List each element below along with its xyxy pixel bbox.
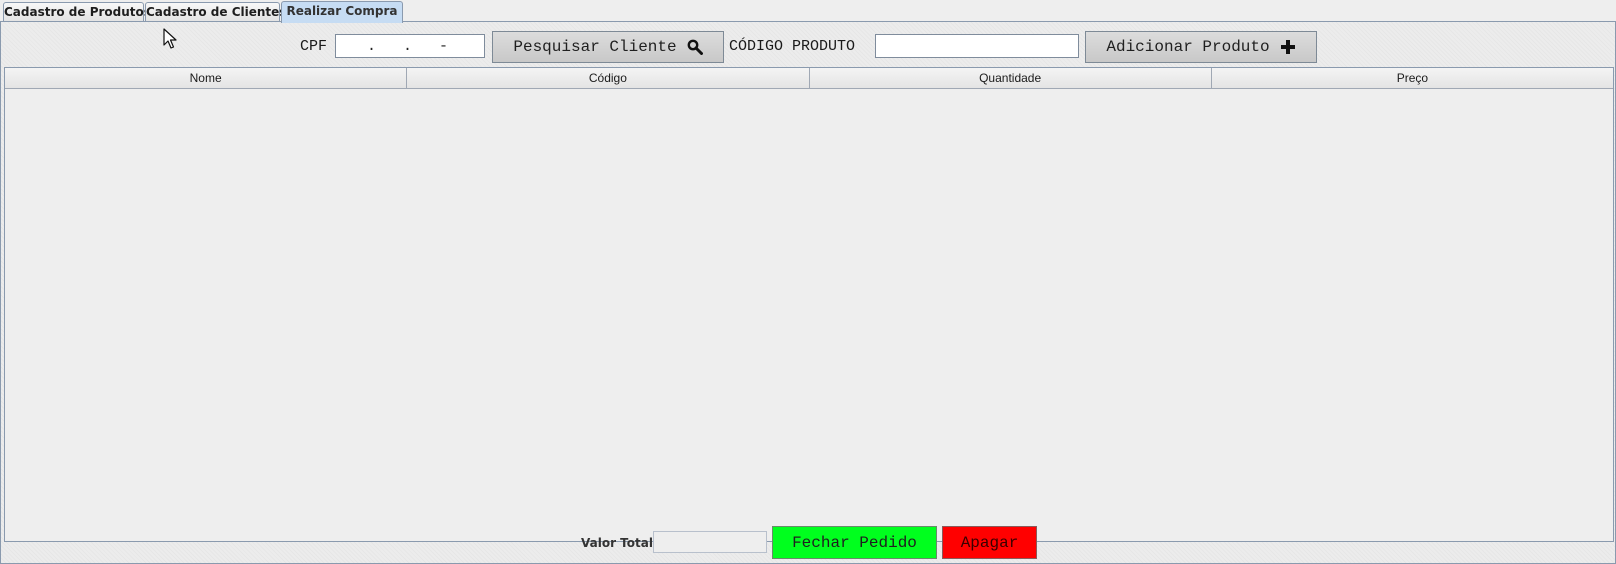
valor-total-label: Valor Total: (581, 536, 658, 550)
cpf-field[interactable] (335, 34, 485, 58)
table-header: Nome Código Quantidade Preço (5, 68, 1613, 89)
table-body[interactable] (5, 89, 1613, 541)
mouse-cursor-icon (163, 28, 179, 50)
produtos-table[interactable]: Nome Código Quantidade Preço (4, 67, 1614, 542)
apagar-button[interactable]: Apagar (942, 526, 1037, 559)
fechar-pedido-label: Fechar Pedido (792, 533, 917, 552)
tab-label: Cadastro de Produtos (4, 5, 151, 19)
column-header-nome[interactable]: Nome (5, 68, 408, 89)
codigo-produto-label: CÓDIGO PRODUTO (729, 38, 856, 55)
fechar-pedido-button[interactable]: Fechar Pedido (772, 526, 937, 559)
column-header-codigo[interactable]: Código (407, 68, 810, 89)
tab-cadastro-clientes[interactable]: Cadastro de Clientes (145, 2, 286, 22)
cpf-label: CPF (300, 38, 328, 55)
tab-strip: Cadastro de Produtos Cadastro de Cliente… (0, 0, 1616, 23)
app-window: Cadastro de Produtos Cadastro de Cliente… (0, 0, 1616, 564)
tab-label: Realizar Compra (286, 4, 398, 18)
codigo-produto-field[interactable] (875, 34, 1079, 58)
valor-total-field[interactable] (653, 531, 767, 553)
realizar-compra-panel: CPF Pesquisar Cliente CÓDIGO PRODUTO Adi… (0, 21, 1616, 564)
pesquisar-cliente-button[interactable]: Pesquisar Cliente (492, 31, 724, 63)
search-icon (687, 39, 703, 55)
tab-realizar-compra[interactable]: Realizar Compra (281, 1, 403, 23)
column-header-preco[interactable]: Preço (1211, 68, 1613, 89)
pesquisar-cliente-label: Pesquisar Cliente (513, 38, 677, 56)
tab-label: Cadastro de Clientes (146, 5, 287, 19)
plus-icon (1280, 39, 1296, 55)
adicionar-produto-button[interactable]: Adicionar Produto (1085, 31, 1317, 63)
tab-cadastro-produtos[interactable]: Cadastro de Produtos (3, 2, 151, 22)
adicionar-produto-label: Adicionar Produto (1106, 38, 1270, 56)
apagar-label: Apagar (960, 533, 1019, 552)
column-header-quantidade[interactable]: Quantidade (809, 68, 1212, 89)
